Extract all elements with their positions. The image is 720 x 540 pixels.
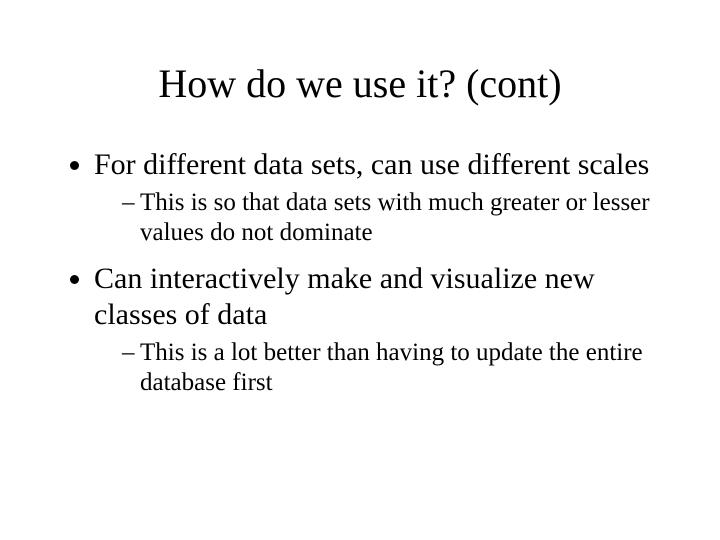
sub-list: This is a lot better than having to upda… [94, 338, 660, 397]
slide: How do we use it? (cont) For different d… [0, 0, 720, 540]
sub-bullet-text: This is a lot better than having to upda… [140, 339, 643, 396]
slide-title: How do we use it? (cont) [60, 60, 660, 107]
bullet-list: For different data sets, can use differe… [60, 147, 660, 397]
bullet-text: Can interactively make and visualize new… [94, 262, 595, 330]
sub-list: This is so that data sets with much grea… [94, 188, 660, 247]
list-item: Can interactively make and visualize new… [94, 261, 660, 397]
list-item: This is so that data sets with much grea… [122, 188, 660, 247]
list-item: For different data sets, can use differe… [94, 147, 660, 247]
list-item: This is a lot better than having to upda… [122, 338, 660, 397]
sub-bullet-text: This is so that data sets with much grea… [140, 189, 650, 246]
bullet-text: For different data sets, can use differe… [94, 148, 649, 181]
